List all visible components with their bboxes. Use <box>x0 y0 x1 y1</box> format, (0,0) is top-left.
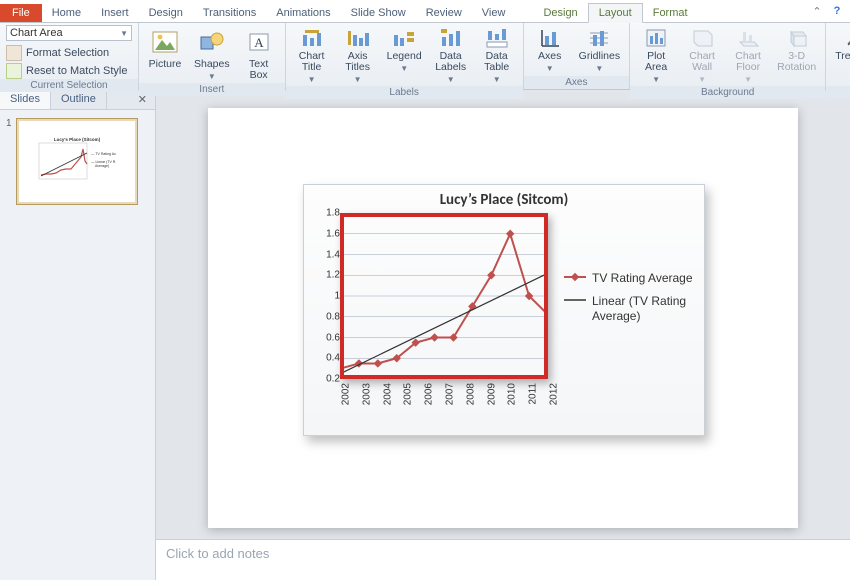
group-label: Labels <box>286 86 523 99</box>
slide-thumbnail[interactable]: 1 Lucy's Place (Sitcom) — TV Rating Av.—… <box>6 118 149 205</box>
axes-icon <box>539 27 561 49</box>
svg-text:Average): Average) <box>95 164 109 168</box>
format-selection-icon <box>6 45 22 61</box>
chart-wall-icon <box>691 27 713 49</box>
panel-tab-slides[interactable]: Slides <box>0 90 51 109</box>
x-axis-ticks: 2002200320042005200620072008200920102011… <box>340 383 548 427</box>
chart-title-button[interactable]: Chart Title▼ <box>292 25 332 86</box>
chart-element-combo[interactable]: Chart Area ▼ <box>6 25 132 41</box>
chart-title-icon <box>301 27 323 49</box>
chevron-down-icon: ▼ <box>120 29 128 38</box>
group-label: Axes <box>524 76 629 89</box>
rotation-icon <box>786 27 808 49</box>
tab-transitions[interactable]: Transitions <box>193 4 266 22</box>
picture-button[interactable]: Picture <box>145 25 185 72</box>
gridlines-button[interactable]: Gridlines▼ <box>576 25 623 75</box>
group-label: Current Selection <box>0 79 138 92</box>
notes-pane[interactable]: Click to add notes <box>156 539 850 580</box>
group-insert: Picture Shapes▼ AText Box Insert <box>139 23 286 89</box>
slide-thumbnail-preview: Lucy's Place (Sitcom) — TV Rating Av.— L… <box>16 118 138 205</box>
ribbon: Chart Area ▼ Format Selection Reset to M… <box>0 23 850 90</box>
shapes-button[interactable]: Shapes▼ <box>191 25 233 83</box>
selection-highlight <box>340 213 548 379</box>
chart-floor-button[interactable]: Chart Floor▼ <box>728 25 768 86</box>
tab-home[interactable]: Home <box>42 4 91 22</box>
chart-wall-button[interactable]: Chart Wall▼ <box>682 25 722 86</box>
plot-area-icon <box>645 27 667 49</box>
tool-tab-design[interactable]: Design <box>533 4 587 22</box>
axes-button[interactable]: Axes▼ <box>530 25 570 75</box>
group-background: Plot Area▼ Chart Wall▼ Chart Floor▼ 3-D … <box>630 23 826 89</box>
group-analysis: Trendline▼ Lines▼ Up/Down Bars▼ Error Ba… <box>826 23 850 89</box>
group-label: Insert <box>139 83 285 96</box>
shapes-icon <box>197 27 227 57</box>
group-label: Background <box>630 86 825 99</box>
group-axes: Axes▼ Gridlines▼ Axes <box>524 23 630 89</box>
trendline-icon <box>846 27 850 49</box>
gridlines-icon <box>588 27 610 49</box>
data-table-icon <box>486 27 508 49</box>
chart-floor-icon <box>737 27 759 49</box>
tab-review[interactable]: Review <box>416 4 472 22</box>
tab-design[interactable]: Design <box>139 4 193 22</box>
tool-tab-layout[interactable]: Layout <box>588 3 643 23</box>
axis-titles-button[interactable]: Axis Titles▼ <box>338 25 378 86</box>
data-labels-button[interactable]: Data Labels▼ <box>431 25 471 86</box>
chart-title: Lucy’s Place (Sitcom) <box>304 185 704 211</box>
y-axis-ticks: 0.20.40.60.811.21.41.61.8 <box>318 213 340 379</box>
slide-panel: Slides Outline ✕ 1 Lucy's Place (Sitcom)… <box>0 90 156 580</box>
ribbon-minimize-icon[interactable]: ⌃ <box>810 4 824 18</box>
svg-text:Lucy's Place (Sitcom): Lucy's Place (Sitcom) <box>53 137 100 142</box>
help-icon[interactable]: ? <box>830 4 844 18</box>
data-table-button[interactable]: Data Table▼ <box>477 25 517 86</box>
legend-series-label: TV Rating Average <box>592 271 693 286</box>
group-label: Analysis <box>826 86 850 99</box>
legend-item-series: TV Rating Average <box>564 271 696 286</box>
format-selection-button[interactable]: Format Selection <box>6 45 132 61</box>
data-labels-icon <box>440 27 462 49</box>
rotation-button[interactable]: 3-D Rotation <box>774 25 819 75</box>
plot-area[interactable] <box>340 213 548 379</box>
legend-button[interactable]: Legend▼ <box>384 25 425 75</box>
format-selection-label: Format Selection <box>26 47 109 59</box>
group-labels: Chart Title▼ Axis Titles▼ Legend▼ Data L… <box>286 23 524 89</box>
workspace: Slides Outline ✕ 1 Lucy's Place (Sitcom)… <box>0 90 850 580</box>
chart-element-combo-value: Chart Area <box>10 27 63 39</box>
svg-text:— TV Rating Av.: — TV Rating Av. <box>91 152 117 156</box>
tab-animations[interactable]: Animations <box>266 4 340 22</box>
tab-insert[interactable]: Insert <box>91 4 139 22</box>
tab-view[interactable]: View <box>472 4 516 22</box>
slide-canvas[interactable]: Lucy’s Place (Sitcom) 0.20.40.60.811.21.… <box>156 90 850 539</box>
trendline-button[interactable]: Trendline▼ <box>832 25 850 75</box>
group-current-selection: Chart Area ▼ Format Selection Reset to M… <box>0 23 139 89</box>
svg-text:A: A <box>254 35 264 50</box>
chart-object[interactable]: Lucy’s Place (Sitcom) 0.20.40.60.811.21.… <box>303 184 705 436</box>
slide-number: 1 <box>6 118 12 129</box>
slide[interactable]: Lucy’s Place (Sitcom) 0.20.40.60.811.21.… <box>208 108 798 528</box>
textbox-icon: A <box>244 27 274 57</box>
reset-style-button[interactable]: Reset to Match Style <box>6 63 132 79</box>
reset-style-label: Reset to Match Style <box>26 65 128 77</box>
editor-area: Lucy’s Place (Sitcom) 0.20.40.60.811.21.… <box>156 90 850 580</box>
chevron-down-icon: ▼ <box>208 72 216 81</box>
legend-trend-label: Linear (TV Rating Average) <box>592 294 696 324</box>
plot-area-button[interactable]: Plot Area▼ <box>636 25 676 86</box>
axis-titles-icon <box>347 27 369 49</box>
panel-tab-outline[interactable]: Outline <box>51 90 107 109</box>
legend[interactable]: TV Rating Average Linear (TV Rating Aver… <box>564 271 696 332</box>
menu-tabs: File Home Insert Design Transitions Anim… <box>0 0 850 23</box>
textbox-button[interactable]: AText Box <box>239 25 279 83</box>
legend-item-trend: Linear (TV Rating Average) <box>564 294 696 324</box>
legend-icon <box>393 27 415 49</box>
tool-tab-format[interactable]: Format <box>643 4 698 22</box>
tab-file[interactable]: File <box>0 4 42 22</box>
tab-slideshow[interactable]: Slide Show <box>341 4 416 22</box>
reset-style-icon <box>6 63 22 79</box>
picture-icon <box>150 27 180 57</box>
